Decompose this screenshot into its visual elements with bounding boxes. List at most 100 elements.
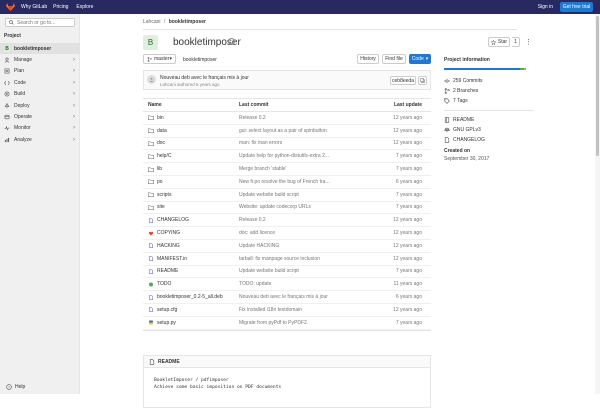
file-commit-message[interactable]: doc: add licence xyxy=(239,230,369,236)
file-commit-message[interactable]: Migrate from pyPdf to PyPDF2. xyxy=(239,320,369,326)
table-row[interactable]: setup.py Migrate from pyPdf to PyPDF2. 7 y… xyxy=(143,317,431,330)
sidebar-item-project[interactable]: B bookletimposer xyxy=(0,43,80,55)
file-name-cell[interactable]: bookletimposer_0.2-5_all.deb xyxy=(143,294,239,300)
history-button[interactable]: History xyxy=(357,54,379,64)
file-name[interactable]: bin xyxy=(157,115,164,121)
file-commit-message[interactable]: New fr.po resolve the bug of French tra.… xyxy=(239,179,369,185)
table-row[interactable]: lib Merge branch 'stable' 7 years ago xyxy=(143,163,431,176)
file-name-cell[interactable]: site xyxy=(143,204,239,210)
sidebar-item-manage[interactable]: Manage › xyxy=(0,54,80,65)
license-link[interactable]: GNU GPLv3 xyxy=(444,125,534,135)
copy-sha-button[interactable] xyxy=(418,76,427,85)
file-commit-message[interactable]: Merge branch 'stable' xyxy=(239,166,369,172)
file-name-cell[interactable]: README xyxy=(143,268,239,274)
file-name-cell[interactable]: lib xyxy=(143,166,239,172)
file-commit-message[interactable]: man: fix man errors xyxy=(239,140,369,146)
file-name-cell[interactable]: TODO xyxy=(143,281,239,287)
table-row[interactable]: TODO TODO: update 11 years ago xyxy=(143,278,431,292)
file-name-cell[interactable]: setup.py xyxy=(143,320,239,326)
file-name-cell[interactable]: CHANGELOG xyxy=(143,217,239,223)
file-name-cell[interactable]: doc xyxy=(143,140,239,146)
file-commit-message[interactable]: Update help for python-distutils-extra 2… xyxy=(239,153,369,159)
sidebar-item-build[interactable]: Build › xyxy=(0,89,80,100)
readme-link[interactable]: README xyxy=(444,115,534,125)
sidebar-item-monitor[interactable]: Monitor › xyxy=(0,123,80,134)
branch-selector[interactable]: master ▾ xyxy=(143,54,176,64)
table-row[interactable]: setup.cfg Fix installed i18n testdomain 12… xyxy=(143,304,431,317)
page-scrollbar[interactable] xyxy=(595,14,600,394)
sign-in-link[interactable]: Sign in xyxy=(538,4,553,10)
sidebar-item-code[interactable]: Code › xyxy=(0,77,80,88)
table-row[interactable]: bookletimposer_0.2-5_all.deb Nouveau deb … xyxy=(143,291,431,304)
file-commit-message[interactable]: Release 0.2 xyxy=(239,217,369,223)
breadcrumb-project[interactable]: bookletimposer xyxy=(169,19,206,25)
table-row[interactable]: doc man: fix man errors 12 years ago xyxy=(143,138,431,151)
find-file-button[interactable]: Find file xyxy=(382,54,406,64)
file-name[interactable]: po xyxy=(157,179,163,185)
scrollbar-thumb[interactable] xyxy=(596,16,599,156)
file-name-cell[interactable]: bin xyxy=(143,115,239,121)
file-name[interactable]: COPYING xyxy=(157,230,180,236)
file-name-cell[interactable]: COPYING xyxy=(143,230,239,236)
gitlab-logo-icon[interactable] xyxy=(6,3,15,11)
file-name[interactable]: HACKING xyxy=(157,243,180,249)
star-count[interactable]: 1 xyxy=(512,37,520,47)
file-name[interactable]: bookletimposer_0.2-5_all.deb xyxy=(157,294,223,300)
sidebar-item-plan[interactable]: Plan › xyxy=(0,66,80,77)
search-input[interactable]: Search or go to... xyxy=(5,18,75,27)
file-name[interactable]: help/C xyxy=(157,153,171,159)
file-name-cell[interactable]: setup.cfg xyxy=(143,307,239,313)
table-row[interactable]: bin Release 0.2 12 years ago xyxy=(143,112,431,125)
file-commit-message[interactable]: gui: select layout as a pair of spinbutt… xyxy=(239,128,369,134)
file-name[interactable]: setup.py xyxy=(157,320,176,326)
file-name-cell[interactable]: po xyxy=(143,179,239,185)
file-name-cell[interactable]: scripts xyxy=(143,192,239,198)
sidebar-item-deploy[interactable]: Deploy › xyxy=(0,100,80,111)
breadcrumb-group[interactable]: Lahcani xyxy=(143,19,161,25)
file-name[interactable]: lib xyxy=(157,166,162,172)
more-actions-icon[interactable]: ⋮ xyxy=(525,38,532,46)
file-name[interactable]: CHANGELOG xyxy=(157,217,189,223)
file-commit-message[interactable]: Release 0.2 xyxy=(239,115,369,121)
file-commit-message[interactable]: Update HACKING xyxy=(239,243,369,249)
free-trial-button[interactable]: Get free trial xyxy=(560,2,593,12)
file-name[interactable]: scripts xyxy=(157,192,171,198)
sidebar-item-analyze[interactable]: Analyze › xyxy=(0,134,80,145)
author-avatar[interactable] xyxy=(147,75,156,84)
file-commit-message[interactable]: Update website build script xyxy=(239,192,369,198)
file-commit-message[interactable]: tarball: fix manpage source inclusion xyxy=(239,256,369,262)
file-commit-message[interactable]: Nouveau deb avec le français mis à jour xyxy=(239,294,369,300)
commit-message[interactable]: Nouveau deb avec le français mis à jour xyxy=(160,75,249,81)
file-name[interactable]: MANIFEST.in xyxy=(157,256,187,262)
file-name[interactable]: data xyxy=(157,128,167,134)
file-name[interactable]: README xyxy=(157,268,178,274)
file-name-cell[interactable]: MANIFEST.in xyxy=(143,256,239,262)
file-name-cell[interactable]: HACKING xyxy=(143,243,239,249)
file-name-cell[interactable]: help/C xyxy=(143,153,239,159)
table-row[interactable]: data gui: select layout as a pair of spin… xyxy=(143,125,431,138)
table-row[interactable]: help/C Update help for python-distutils-e… xyxy=(143,150,431,164)
file-name[interactable]: site xyxy=(157,204,165,210)
code-dropdown-button[interactable]: Code ▾ xyxy=(409,54,431,64)
file-commit-message[interactable]: Website: update codecorp URLs xyxy=(239,204,369,210)
pricing-link[interactable]: Pricing xyxy=(53,4,68,10)
table-row[interactable]: po New fr.po resolve the bug of French tr… xyxy=(143,176,431,189)
table-row[interactable]: scripts Update website build script 7 year… xyxy=(143,189,431,202)
file-name[interactable]: TODO xyxy=(157,281,171,287)
table-row[interactable]: site Website: update codecorp URLs 7 years… xyxy=(143,202,431,215)
table-row[interactable]: README Update website build script 7 years… xyxy=(143,266,431,279)
why-gitlab-link[interactable]: Why GitLab xyxy=(21,4,47,10)
file-name-cell[interactable]: data xyxy=(143,128,239,134)
changelog-link[interactable]: CHANGELOG xyxy=(444,135,534,145)
file-name[interactable]: setup.cfg xyxy=(157,307,177,313)
repo-path[interactable]: bookletimposer xyxy=(183,57,217,63)
commit-sha[interactable]: ceb8eeda xyxy=(390,76,416,85)
branches-link[interactable]: 2 Branches xyxy=(444,86,534,96)
star-button[interactable]: Star xyxy=(488,37,510,47)
file-commit-message[interactable]: TODO: update xyxy=(239,281,369,287)
sidebar-item-operate[interactable]: Operate › xyxy=(0,111,80,122)
file-name[interactable]: doc xyxy=(157,140,165,146)
explore-link[interactable]: Explore xyxy=(76,4,93,10)
table-row[interactable]: MANIFEST.in tarball: fix manpage source i… xyxy=(143,253,431,266)
commits-link[interactable]: 259 Commits xyxy=(444,76,534,86)
